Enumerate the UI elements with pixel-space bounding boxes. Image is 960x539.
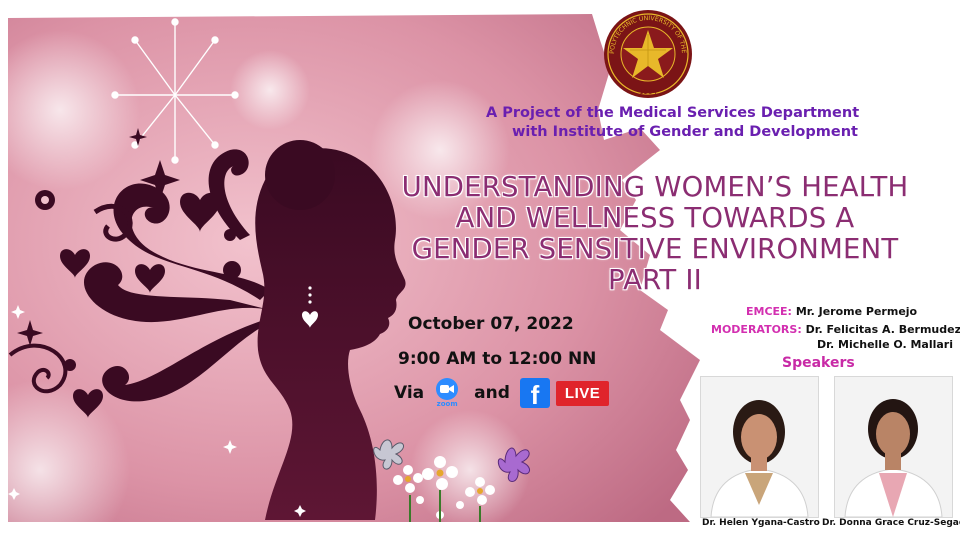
zoom-label: zoom [436, 400, 458, 408]
title-line-2: AND WELLNESS TOWARDS A [455, 202, 855, 234]
speaker-photo-2 [834, 376, 953, 518]
moderators-label: MODERATORS: [711, 323, 802, 336]
event-date: October 07, 2022 [408, 314, 574, 334]
speakers-heading: Speakers [782, 355, 855, 371]
emcee-label: EMCEE: [746, 305, 792, 318]
moderator-2: Dr. Michelle O. Mallari [817, 338, 954, 351]
event-title: UNDERSTANDING WOMEN’S HEALTH AND WELLNES… [372, 172, 938, 296]
event-time: 9:00 AM to 12:00 NN [398, 349, 597, 369]
project-header: A Project of the Medical Services Depart… [486, 104, 860, 142]
seal-year: 1904 [639, 88, 657, 96]
event-poster: POLYTECHNIC UNIVERSITY OF THE PHILIPPINE… [0, 0, 960, 539]
university-seal-logo: POLYTECHNIC UNIVERSITY OF THE PHILIPPINE… [600, 8, 692, 98]
and-label: and [474, 383, 510, 403]
live-badge: LIVE [555, 380, 610, 406]
speaker-name-1: Dr. Helen Ygana-Castro [702, 518, 820, 528]
emcee-line: EMCEE: Mr. Jerome Permejo [746, 305, 917, 318]
zoom-icon: zoom [430, 378, 464, 408]
moderators-block: MODERATORS: Dr. Felicitas A. Bermudez Dr… [711, 322, 960, 352]
title-line-1: UNDERSTANDING WOMEN’S HEALTH [401, 171, 909, 203]
speaker-name-2: Dr. Donna Grace Cruz-Segador [822, 518, 960, 528]
platform-row: Via zoom and f LIVE [394, 378, 610, 408]
via-label: Via [394, 383, 425, 403]
project-line-1: A Project of the Medical Services Depart… [486, 105, 860, 121]
facebook-icon: f [519, 378, 550, 408]
moderator-1: Dr. Felicitas A. Bermudez [805, 323, 960, 336]
title-line-3: GENDER SENSITIVE ENVIRONMENT [411, 233, 899, 265]
title-line-4: PART II [608, 264, 702, 296]
emcee-name: Mr. Jerome Permejo [795, 305, 918, 318]
speaker-photo-1 [700, 376, 819, 518]
project-line-2: with Institute of Gender and Development [512, 124, 858, 140]
